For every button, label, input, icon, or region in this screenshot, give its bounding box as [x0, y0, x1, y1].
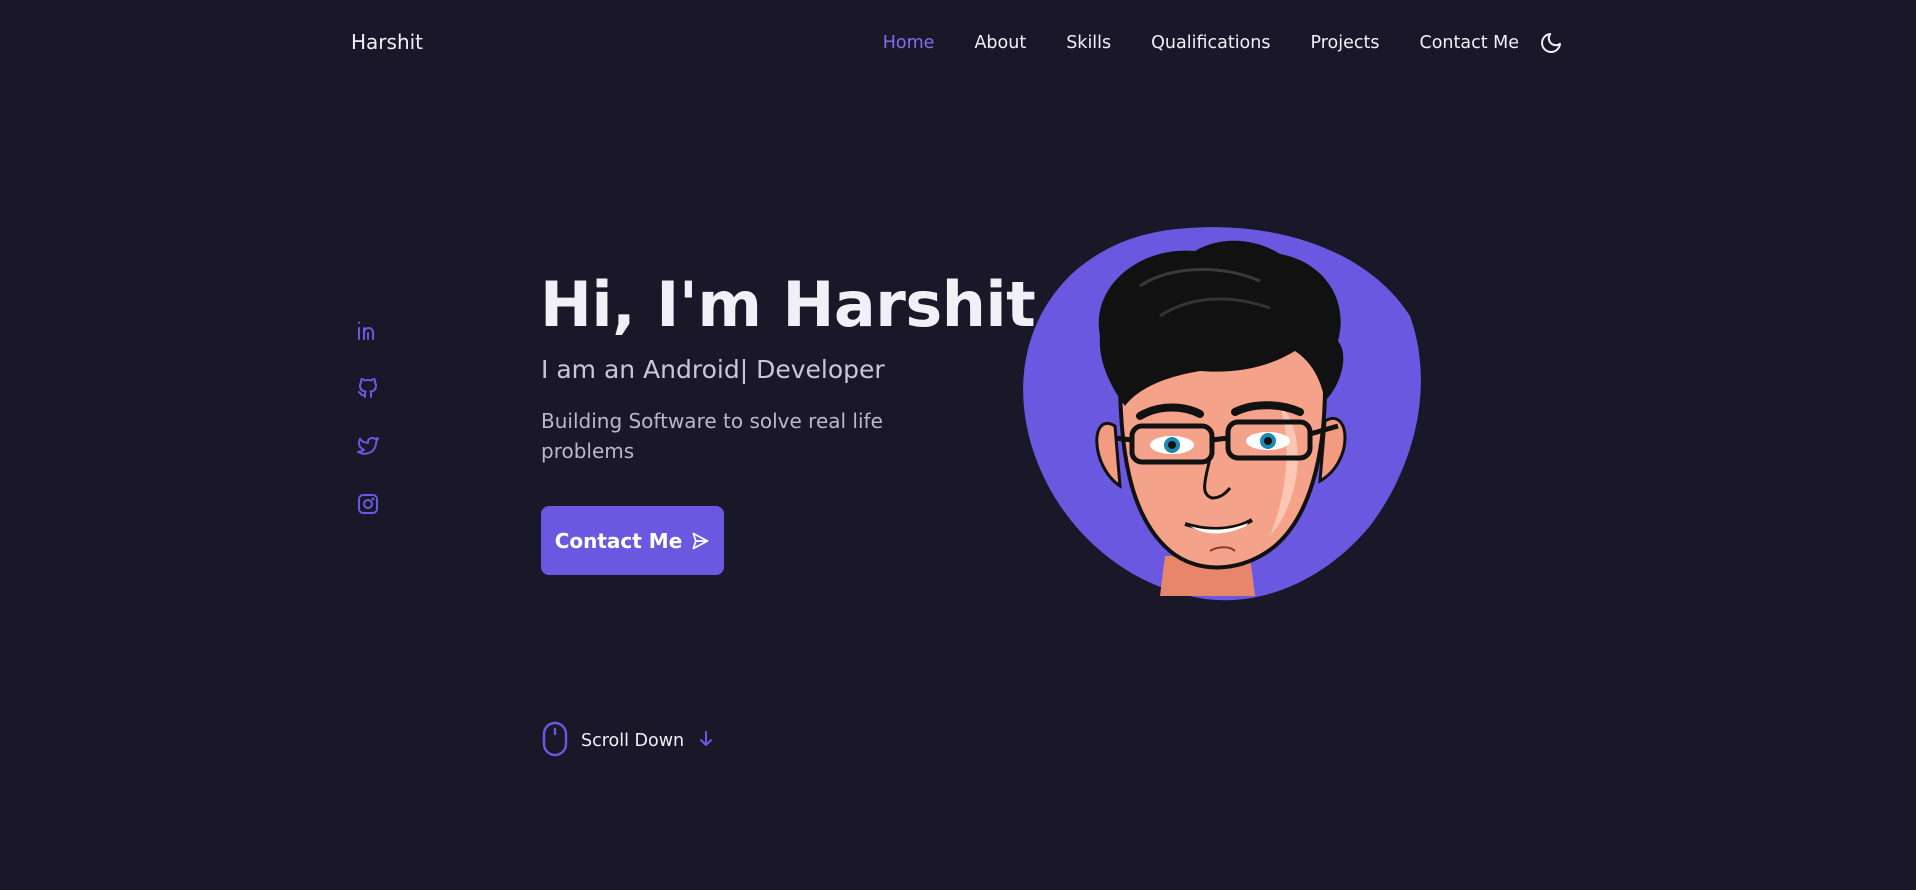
profile-avatar — [1020, 226, 1424, 602]
nav-item-contact[interactable]: Contact Me — [1419, 33, 1519, 53]
social-links — [355, 318, 381, 516]
nav-item-about[interactable]: About — [974, 33, 1026, 53]
nav-item-qualifications[interactable]: Qualifications — [1151, 33, 1270, 53]
github-icon[interactable] — [355, 376, 381, 400]
nav-item-projects[interactable]: Projects — [1310, 33, 1379, 53]
twitter-icon[interactable] — [355, 434, 381, 458]
nav-item-skills[interactable]: Skills — [1066, 33, 1111, 53]
mouse-icon — [541, 721, 569, 761]
contact-me-button[interactable]: Contact Me — [541, 506, 724, 575]
send-icon — [690, 531, 710, 551]
moon-icon[interactable] — [1539, 31, 1563, 55]
arrow-down-icon — [698, 730, 714, 752]
brand-logo[interactable]: Harshit — [351, 30, 423, 54]
contact-button-label: Contact Me — [554, 528, 683, 553]
linkedin-icon[interactable] — [355, 318, 381, 342]
scroll-down-link[interactable]: Scroll Down — [541, 721, 714, 761]
hero-description: Building Software to solve real life pro… — [541, 409, 883, 463]
main-nav: Home About Skills Qualifications Project… — [883, 31, 1563, 55]
hero-title: Hi, I'm Harshit — [540, 268, 1036, 341]
hero-subtitle: I am an Android| Developer — [541, 355, 885, 384]
instagram-icon[interactable] — [355, 492, 381, 516]
nav-item-home[interactable]: Home — [883, 33, 935, 53]
scroll-down-label: Scroll Down — [581, 731, 685, 751]
